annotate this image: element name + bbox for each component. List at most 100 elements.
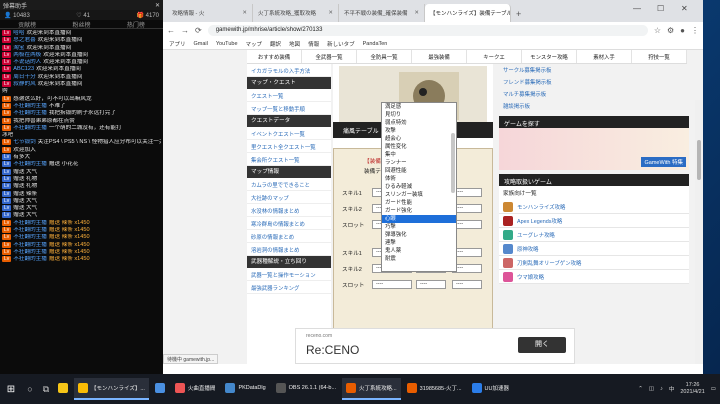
bookmark-item[interactable]: 地図 xyxy=(289,40,300,48)
extensions-icon[interactable]: ⚙ xyxy=(667,26,674,35)
browser-tab[interactable]: 不平不戦の装備_確保装備 ✕ xyxy=(339,4,425,22)
sidebar-link[interactable]: 武器一覧と操作モーション xyxy=(247,268,331,281)
search-icon[interactable]: ○ xyxy=(22,384,38,394)
dropdown-option[interactable]: ランナー xyxy=(382,159,456,167)
browser-tab[interactable]: 攻略情報 - 火 ✕ xyxy=(167,4,253,22)
skill-dropdown-list[interactable]: 満足感 見切り 弱点特効 攻撃 超会心 属性変化 集中 ランナー 回避性能 体術 ひるみ軽減 スリンガ… xyxy=(381,102,457,272)
input-language[interactable]: 中 xyxy=(669,385,675,393)
profile-icon[interactable]: ● xyxy=(680,26,685,35)
taskbar-app[interactable]: UU加速器 xyxy=(468,378,513,400)
nav-item[interactable]: 最強装備 xyxy=(412,50,467,63)
tab-fans[interactable]: 粉丝榜 xyxy=(72,20,90,29)
bookmark-item[interactable]: マップ xyxy=(246,40,263,48)
new-tab-icon[interactable]: + xyxy=(511,9,526,22)
dropdown-option[interactable]: 属性変化 xyxy=(382,143,456,151)
nav-item[interactable]: 全防具一覧 xyxy=(357,50,412,63)
dropdown-option[interactable]: ガード強化 xyxy=(382,207,456,215)
dropdown-option[interactable]: 鬼人薬 xyxy=(382,247,456,255)
back-icon[interactable]: ← xyxy=(167,26,175,35)
sidebar-link[interactable]: カムラの里でできること xyxy=(247,178,331,191)
skill-select[interactable]: ---- xyxy=(372,280,412,289)
notification-icon[interactable]: ▭ xyxy=(711,386,716,392)
tab-hot[interactable]: 热门榜 xyxy=(127,20,145,29)
nav-item[interactable]: 全武器一覧 xyxy=(302,50,357,63)
dropdown-option[interactable]: 弾導強化 xyxy=(382,231,456,239)
close-icon[interactable]: ✕ xyxy=(328,10,333,16)
bookmark-item[interactable]: 情報 xyxy=(308,40,319,48)
board-link[interactable]: サークル募集掲示板 xyxy=(499,64,689,76)
sidebar-link[interactable]: イベントクエスト一覧 xyxy=(247,127,331,140)
dropdown-option[interactable]: 巧撃 xyxy=(382,223,456,231)
close-window-icon[interactable]: ✕ xyxy=(681,4,688,13)
bookmark-item[interactable]: 翻訳 xyxy=(270,40,281,48)
dropdown-option[interactable]: 満足感 xyxy=(382,103,456,111)
dropdown-option[interactable]: ガード性能 xyxy=(382,199,456,207)
sidebar-link[interactable]: 水没林の情報まとめ xyxy=(247,204,331,217)
sidebar-link[interactable]: 大社跡のマップ xyxy=(247,191,331,204)
tray-expand-icon[interactable]: ⌃ xyxy=(638,386,643,392)
browser-tab-active[interactable]: 【モンハンライズ】装備テーブル✕ xyxy=(425,4,511,22)
game-link[interactable]: ユーグレナ攻略 xyxy=(499,228,689,242)
sidebar-link[interactable]: クエスト一覧 xyxy=(247,89,331,102)
sidebar-link[interactable]: 溶岩洞の情報まとめ xyxy=(247,243,331,256)
forward-icon[interactable]: → xyxy=(181,26,189,35)
task-view-icon[interactable]: ⧉ xyxy=(38,384,54,395)
board-link[interactable]: フレンド募集掲示板 xyxy=(499,76,689,88)
sidebar-link[interactable]: 里クエスト全クエスト一覧 xyxy=(247,140,331,153)
dropdown-option[interactable]: 見切り xyxy=(382,111,456,119)
close-icon[interactable]: ✕ xyxy=(155,2,160,9)
game-link[interactable]: 刀剣乱舞オリーブゲン攻略 xyxy=(499,256,689,270)
taskbar-app[interactable]: 火丁系統攻略... xyxy=(342,378,401,400)
taskbar-app[interactable]: PKDataDlg xyxy=(221,378,269,400)
sidebar-link[interactable]: 寒冷群島の情報まとめ xyxy=(247,217,331,230)
ad-banner[interactable]: receno.com Re:CENO 開く xyxy=(295,328,575,364)
dropdown-option[interactable]: 攻撃 xyxy=(382,127,456,135)
taskbar-app[interactable] xyxy=(151,378,169,400)
taskbar-app[interactable] xyxy=(54,378,72,400)
reload-icon[interactable]: ⟳ xyxy=(195,26,202,35)
nav-item[interactable]: おすすめ装備 xyxy=(247,50,302,63)
nav-item[interactable]: 素材入手 xyxy=(577,50,632,63)
scrollbar-thumb[interactable] xyxy=(697,140,701,180)
windows-start-icon[interactable]: ⊞ xyxy=(0,374,22,404)
bookmark-item[interactable]: YouTube xyxy=(216,41,238,47)
bookmark-item[interactable]: 新しいタブ xyxy=(327,40,355,48)
nav-item[interactable]: キークエ xyxy=(467,50,522,63)
dropdown-option[interactable]: 体術 xyxy=(382,175,456,183)
dropdown-option[interactable]: 集中 xyxy=(382,151,456,159)
game-link[interactable]: ウマ娘攻略 xyxy=(499,270,689,284)
taskbar-app[interactable]: 火曲直播間 xyxy=(171,378,220,400)
dropdown-option[interactable]: 弱点特効 xyxy=(382,119,456,127)
taskbar-app[interactable]: 31985685-火丁... xyxy=(403,378,466,400)
sidebar-link[interactable]: 集会所クエスト一覧 xyxy=(247,153,331,166)
page-scrollbar[interactable] xyxy=(695,100,703,364)
dropdown-option[interactable]: 心眼 xyxy=(382,215,456,223)
nav-item[interactable]: 狩技一覧 xyxy=(632,50,687,63)
dropdown-option[interactable]: 超会心 xyxy=(382,135,456,143)
sidebar-link[interactable]: イカガラモルの入手方法 xyxy=(247,64,331,77)
maximize-icon[interactable]: ☐ xyxy=(657,4,664,13)
browser-tab[interactable]: 火丁系統攻略_獲取攻略 ✕ xyxy=(253,4,339,22)
dropdown-scrollbar[interactable] xyxy=(451,133,455,193)
nav-item[interactable]: モンスター攻略 xyxy=(522,50,577,63)
dropdown-option[interactable]: 連撃 xyxy=(382,239,456,247)
board-link[interactable]: 雑談掲示板 xyxy=(499,100,689,112)
board-link[interactable]: マルチ募集掲示板 xyxy=(499,88,689,100)
game-link[interactable]: モンハンライズ攻略 xyxy=(499,200,689,214)
close-icon[interactable]: ✕ xyxy=(242,10,247,16)
sidebar-link[interactable]: マップ一覧と移動手順 xyxy=(247,102,331,115)
menu-icon[interactable]: ⋮ xyxy=(691,26,699,35)
bookmark-item[interactable]: アプリ xyxy=(169,40,186,48)
ad-open-button[interactable]: 開く xyxy=(518,337,566,353)
skill-select[interactable]: ---- xyxy=(452,280,482,289)
minimize-icon[interactable]: — xyxy=(633,4,641,13)
address-bar[interactable]: gamewith.jp/mhrise/article/show/270133 xyxy=(207,24,648,36)
dropdown-option[interactable]: 回避性能 xyxy=(382,167,456,175)
promo-banner[interactable]: GameWith 特集 xyxy=(499,128,689,170)
clock[interactable]: 17:26 2021/4/21 xyxy=(680,382,704,396)
volume-icon[interactable]: ♪ xyxy=(660,386,663,392)
tab-contribution[interactable]: 贡献榜 xyxy=(18,20,36,29)
close-icon[interactable]: ✕ xyxy=(414,10,419,16)
sidebar-link[interactable]: 最強武器ランキング xyxy=(247,281,331,294)
bookmark-item[interactable]: PandaTen xyxy=(363,41,388,47)
